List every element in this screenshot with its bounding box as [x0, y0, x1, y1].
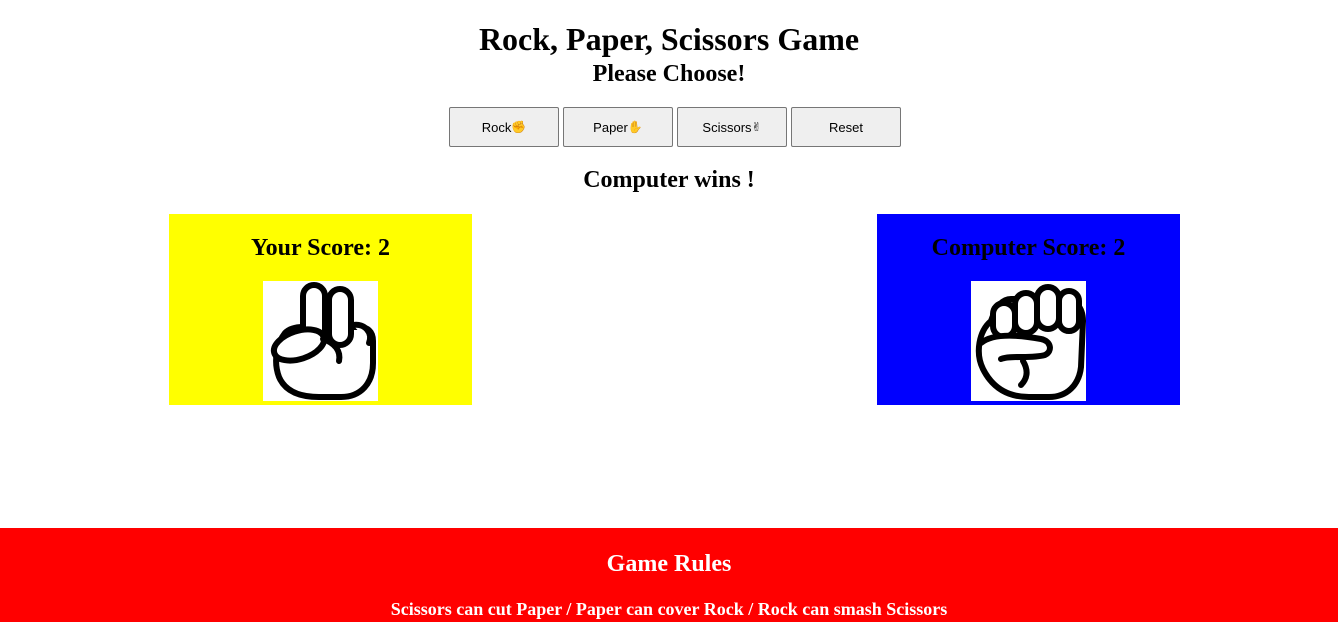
- choice-buttons: Rock ✊ Paper ✋ Scissors ✌ Reset: [449, 107, 901, 147]
- paper-button-label: Paper: [593, 119, 628, 135]
- pointing-hand-icon: ✌: [751, 120, 762, 134]
- game-rules-footer: Game Rules Scissors can cut Paper / Pape…: [0, 528, 1338, 622]
- rock-button[interactable]: Rock ✊: [449, 107, 559, 147]
- game-page: Rock, Paper, Scissors Game Please Choose…: [0, 0, 1338, 622]
- fist-icon: ✊: [511, 120, 527, 134]
- player-score-box: Your Score: 2: [169, 214, 472, 405]
- scissors-button[interactable]: Scissors ✌: [677, 107, 787, 147]
- result-text: Computer wins !: [583, 167, 755, 193]
- reset-button[interactable]: Reset: [791, 107, 901, 147]
- computer-score-box: Computer Score: 2: [877, 214, 1180, 405]
- scissors-hand-icon: [263, 281, 378, 401]
- computer-score: Computer Score: 2: [931, 235, 1126, 261]
- page-title: Rock, Paper, Scissors Game: [478, 21, 860, 57]
- player-score: Your Score: 2: [250, 235, 391, 261]
- rock-button-label: Rock: [481, 119, 512, 135]
- footer-title: Game Rules: [606, 551, 732, 577]
- rock-fist-icon: [971, 281, 1086, 401]
- page-subtitle: Please Choose!: [592, 61, 746, 87]
- reset-button-label: Reset: [829, 119, 863, 135]
- raised-hand-icon: ✋: [627, 120, 643, 134]
- scissors-button-label: Scissors: [702, 119, 752, 135]
- paper-button[interactable]: Paper ✋: [563, 107, 673, 147]
- footer-rules: Scissors can cut Paper / Paper can cover…: [390, 599, 948, 619]
